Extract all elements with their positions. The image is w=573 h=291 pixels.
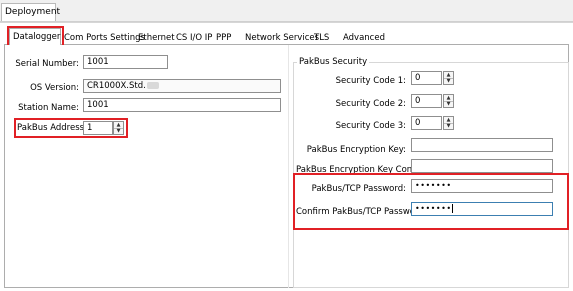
tcp-password-confirm-label: Confirm PakBus/TCP Password:	[296, 207, 427, 217]
tab-deployment[interactable]: Deployment	[1, 3, 60, 21]
spin-down-icon[interactable]: ▼	[444, 101, 453, 107]
pakbus-address-field[interactable]: 1	[83, 121, 113, 135]
os-version-field: CR1000X.Std.	[83, 79, 281, 93]
spin-down-icon[interactable]: ▼	[114, 128, 123, 134]
tcp-password-field[interactable]: •••••••	[411, 179, 553, 193]
pakbus-security-title: PakBus Security	[297, 57, 370, 67]
top-tab-bar	[0, 0, 573, 22]
security-code-3-spinner[interactable]: ▲ ▼	[443, 116, 454, 130]
pakbus-address-spinner[interactable]: ▲ ▼	[113, 121, 124, 135]
tab-ppp[interactable]: PPP	[216, 32, 231, 45]
serial-number-label: Serial Number:	[15, 59, 79, 69]
station-name-label: Station Name:	[18, 103, 79, 113]
tab-tls[interactable]: TLS	[314, 32, 329, 45]
spin-down-icon[interactable]: ▼	[444, 78, 453, 84]
security-code-1-field[interactable]: 0	[411, 71, 442, 85]
redacted-blur	[146, 82, 159, 89]
text-caret	[451, 204, 453, 213]
encryption-key-label: PakBus Encryption Key:	[306, 145, 406, 155]
os-version-value: CR1000X.Std.	[87, 81, 146, 91]
security-code-1-label: Security Code 1:	[335, 76, 406, 86]
encryption-key-field[interactable]	[411, 138, 553, 152]
tcp-password-confirm-field[interactable]: •••••••	[411, 202, 553, 216]
tab-advanced[interactable]: Advanced	[343, 32, 385, 45]
tab-ethernet[interactable]: Ethernet	[138, 32, 175, 45]
security-code-2-label: Security Code 2:	[335, 99, 406, 109]
datalogger-tab-highlight	[7, 26, 64, 47]
tab-com-ports-settings[interactable]: Com Ports Settings	[64, 32, 145, 45]
security-code-1-spinner[interactable]: ▲ ▼	[443, 71, 454, 85]
column-divider	[288, 45, 289, 288]
security-code-3-field[interactable]: 0	[411, 116, 442, 130]
os-version-label: OS Version:	[30, 83, 79, 93]
encryption-key-confirm-field[interactable]	[411, 159, 553, 173]
spin-down-icon[interactable]: ▼	[444, 123, 453, 129]
tcp-password-label: PakBus/TCP Password:	[311, 184, 406, 194]
security-code-2-field[interactable]: 0	[411, 94, 442, 108]
security-code-3-label: Security Code 3:	[335, 121, 406, 131]
tcp-password-confirm-value: •••••••	[415, 204, 452, 213]
tab-network-services[interactable]: Network Services	[245, 32, 319, 45]
security-code-2-spinner[interactable]: ▲ ▼	[443, 94, 454, 108]
station-name-field[interactable]: 1001	[83, 98, 281, 112]
pakbus-address-label: PakBus Address:	[17, 123, 87, 133]
serial-number-field[interactable]: 1001	[83, 55, 168, 69]
tab-cs-io-ip[interactable]: CS I/O IP	[176, 32, 212, 45]
